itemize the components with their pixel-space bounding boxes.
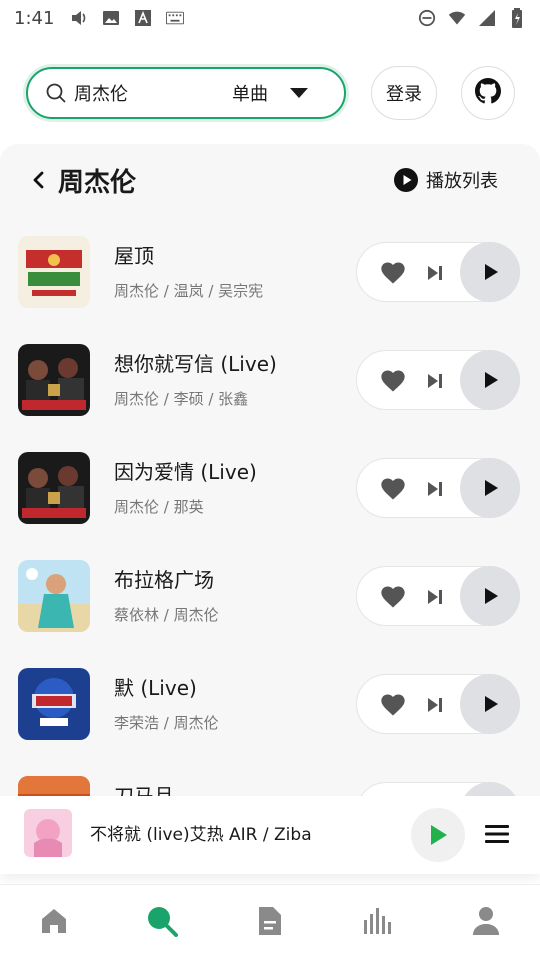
list-item[interactable]: 因为爱情 (Live) 周杰伦 / 那英 [0,452,540,560]
heart-icon[interactable] [379,691,407,719]
song-title: 因为爱情 (Live) [114,460,257,484]
status-time: 1:41 [14,7,55,29]
heart-icon[interactable] [379,475,407,503]
song-actions [356,674,520,734]
album-cover [18,668,90,740]
album-cover [18,344,90,416]
song-artists: 蔡依林 / 周杰伦 [114,606,219,624]
search-query[interactable]: 周杰伦 [74,80,232,106]
search-icon [145,904,179,942]
play-next-icon[interactable] [423,693,447,717]
status-bar: 1:41 [0,0,540,36]
nav-search[interactable] [137,898,187,948]
chart-icon [362,906,394,940]
play-button[interactable] [460,566,520,626]
login-button[interactable]: 登录 [371,66,437,120]
song-actions [356,458,520,518]
document-icon [256,905,284,941]
song-artists: 周杰伦 / 李硕 / 张鑫 [114,390,249,408]
song-actions [356,350,520,410]
list-item[interactable]: 默 (Live) 李荣浩 / 周杰伦 [0,668,540,776]
bottom-nav [0,884,540,960]
search-type-select[interactable]: 单曲 [232,80,268,106]
keyboard-icon [166,9,185,27]
album-cover [18,560,90,632]
volume-icon [70,9,88,27]
play-button[interactable] [460,242,520,302]
signal-icon [478,9,496,27]
song-list: 屋顶 周杰伦 / 温岚 / 吴宗宪 想你就写信 (Live) 周杰伦 / 李硕 … [0,236,540,796]
list-item[interactable]: 想你就写信 (Live) 周杰伦 / 李硕 / 张鑫 [0,344,540,452]
song-artists: 周杰伦 / 温岚 / 吴宗宪 [114,282,264,300]
user-icon [471,905,501,941]
queue-menu-icon[interactable] [484,822,510,846]
album-cover [18,452,90,524]
battery-icon [508,8,526,28]
nav-charts[interactable] [353,898,403,948]
song-title: 布拉格广场 [114,568,214,592]
github-icon [475,78,501,108]
song-artists: 周杰伦 / 那英 [114,498,204,516]
play-button[interactable] [460,458,520,518]
dnd-icon [418,9,436,27]
list-item[interactable]: 布拉格广场 蔡依林 / 周杰伦 [0,560,540,668]
play-next-icon[interactable] [423,369,447,393]
chevron-down-icon[interactable] [290,88,308,98]
play-next-icon[interactable] [423,477,447,501]
song-title: 想你就写信 (Live) [114,352,277,376]
search-icon [44,81,68,105]
mini-play-button[interactable] [411,808,465,862]
play-button[interactable] [460,674,520,734]
page-title: 周杰伦 [58,167,137,198]
play-button[interactable] [460,782,520,796]
search-input[interactable]: 周杰伦 单曲 [26,67,346,119]
heart-icon[interactable] [379,367,407,395]
home-icon [39,906,69,940]
github-button[interactable] [461,66,515,120]
back-icon[interactable] [28,169,50,191]
play-circle-icon [394,168,418,192]
list-item[interactable]: 刀马旦 [0,776,540,796]
nav-documents[interactable] [245,898,295,948]
nav-profile[interactable] [461,898,511,948]
wifi-icon [448,9,466,27]
playlist-label: 播放列表 [426,171,498,192]
song-actions [356,566,520,626]
play-next-icon[interactable] [423,585,447,609]
heart-icon[interactable] [379,583,407,611]
nav-home[interactable] [29,898,79,948]
album-cover [18,236,90,308]
results-panel: 周杰伦 播放列表 屋顶 周杰伦 / 温岚 / 吴宗宪 想你就写信 (Live) … [0,144,540,796]
now-playing-cover [24,809,72,857]
text-icon [134,9,152,27]
song-title: 屋顶 [114,244,154,268]
panel-header: 周杰伦 播放列表 [28,162,512,198]
now-playing-title: 不将就 (live)艾热 AIR / Ziba [90,825,312,845]
song-actions [356,782,520,796]
list-item[interactable]: 屋顶 周杰伦 / 温岚 / 吴宗宪 [0,236,540,344]
song-actions [356,242,520,302]
playlist-button[interactable]: 播放列表 [394,167,498,193]
top-bar: 周杰伦 单曲 登录 [26,66,516,120]
mini-player[interactable]: 不将就 (live)艾热 AIR / Ziba [0,796,540,874]
play-next-icon[interactable] [423,261,447,285]
song-title: 默 (Live) [114,676,197,700]
album-cover [18,776,90,796]
song-title: 刀马旦 [114,784,174,796]
heart-icon[interactable] [379,259,407,287]
song-artists: 李荣浩 / 周杰伦 [114,714,219,732]
image-icon [102,9,120,27]
play-button[interactable] [460,350,520,410]
